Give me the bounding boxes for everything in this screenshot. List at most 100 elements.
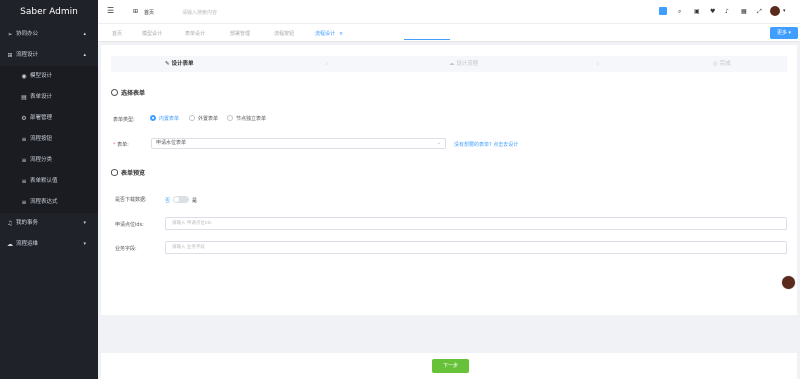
sidebar-item[interactable]: ➢ 协同办公 ▴ (0, 24, 98, 45)
active-tab-underline (404, 39, 450, 40)
bell-icon: ♫ (7, 220, 13, 227)
sidebar-item-label: 我的事务 (16, 220, 39, 226)
top-header: ☰ ⊞ 首页 请输入搜索内容 ⌕ ▣ ♥ ♪ ▦ ⤢ ▾ (98, 0, 800, 24)
radio-external-form[interactable]: 外置表单 (189, 115, 218, 122)
steps-bar: ✎ 设计表单 › ☁ 设计流程 › ◎ 完成 (111, 56, 787, 72)
sidebar-item[interactable]: ≡ 流程表达式 (0, 192, 98, 213)
chevron-icon: ▾ (83, 220, 86, 226)
step-label: 完成 (719, 61, 731, 67)
edit-icon: ✎ (165, 61, 170, 67)
tab-label: 首页 (112, 31, 123, 37)
field1-label: 申请点位ids: (115, 222, 144, 228)
list-icon: ≡ (21, 136, 27, 143)
tab-item[interactable]: 部署管理 (230, 30, 250, 37)
step-chevron-icon: › (596, 59, 600, 68)
hamburger-menu-icon[interactable]: ☰ (107, 6, 114, 15)
toggle-on-label: 是 (192, 198, 198, 204)
cloud-icon: ☁ (7, 241, 13, 248)
user-avatar[interactable] (770, 6, 780, 16)
field1-input[interactable]: 请输入 申请点位ids (165, 217, 787, 230)
notification-bell-icon[interactable]: ♪ (725, 8, 729, 15)
cloud-icon: ☁ (449, 61, 455, 67)
home-link[interactable]: 首页 (144, 9, 154, 16)
chevron-down-icon: ⌄ (436, 140, 441, 146)
sidebar-item-label: 模型设计 (30, 73, 53, 79)
download-toggle[interactable]: 否是 (165, 196, 197, 204)
form-label: * 表单: (113, 142, 129, 148)
gear-icon: ⚙ (21, 115, 27, 122)
sidebar-item-label: 流程设计 (16, 52, 39, 58)
home-grid-icon[interactable]: ⊞ (133, 8, 138, 15)
form-type-label: 表单类型: (113, 117, 135, 123)
toggle-switch[interactable] (173, 196, 190, 203)
main-card: ✎ 设计表单 › ☁ 设计流程 › ◎ 完成 选择表单 表单类型: 内置表单 外… (101, 45, 797, 315)
radio-builtin-form[interactable]: 内置表单 (150, 115, 179, 122)
theme-icon[interactable]: ♥ (710, 8, 715, 15)
more-tabs-button[interactable]: 更多 ▾ (770, 27, 798, 39)
section-form-preview: 表单预览 (111, 168, 145, 177)
tab-label: 部署管理 (230, 31, 251, 37)
tab-item[interactable]: 流程按钮 (274, 30, 294, 37)
sidebar-item-label: 表单设计 (30, 94, 53, 100)
list-icon: ≡ (21, 157, 27, 164)
sidebar-item-label: 部署管理 (30, 115, 53, 121)
list-icon: ≡ (21, 178, 27, 185)
form-icon: ▤ (21, 94, 27, 101)
sidebar-menu: ➢ 协同办公 ▴ ⊞ 流程设计 ▴ ◉ 模型设计 ▤ 表单设计 ⚙ 部署管理 ≡ 流程按钮 ≡ 流程分类 ≡ 表单… (0, 24, 98, 255)
sidebar-item[interactable]: ≡ 流程按钮 (0, 129, 98, 150)
locale-icon[interactable] (659, 7, 667, 15)
send-icon: ➢ (7, 31, 13, 38)
download-data-label: 是否下载数据: (115, 197, 147, 203)
sidebar-item[interactable]: ◉ 模型设计 (0, 66, 98, 87)
sidebar-item-label: 流程按钮 (30, 136, 53, 142)
search-icon[interactable]: ⌕ (678, 8, 681, 16)
close-icon[interactable]: × (339, 31, 343, 37)
sidebar-item[interactable]: ⊞ 流程设计 ▴ (0, 45, 98, 66)
footer-bar: 下一步 (101, 353, 797, 379)
floating-avatar[interactable] (781, 275, 796, 290)
tab-item[interactable]: 表单设计 (185, 30, 205, 37)
tab-item[interactable]: 首页 (112, 30, 122, 37)
tab-label: 模型设计 (142, 31, 163, 37)
sidebar-item[interactable]: ≡ 流程分类 (0, 150, 98, 171)
lock-icon[interactable]: ▣ (694, 8, 700, 15)
search-input[interactable]: 请输入搜索内容 (182, 9, 217, 16)
grid-icon: ⊞ (7, 52, 13, 59)
step-design-flow: ☁ 设计流程 (449, 56, 478, 72)
tab-item[interactable]: 模型设计 (142, 30, 162, 37)
field2-input[interactable]: 请输入 业务字段 (165, 241, 787, 254)
app-logo-title: Saber Admin (20, 7, 78, 17)
list-icon: ≡ (21, 199, 27, 206)
step-label: 设计表单 (171, 61, 194, 67)
field2-label: 业务字段: (115, 246, 137, 252)
sidebar-item-label: 流程运维 (16, 241, 39, 247)
message-icon[interactable]: ▦ (741, 8, 747, 15)
sidebar-item[interactable]: ▤ 表单设计 (0, 87, 98, 108)
sidebar-item-label: 协同办公 (16, 31, 39, 37)
radio-node-form[interactable]: 节点独立表单 (227, 115, 266, 122)
form-select[interactable]: 申请水位表单 ⌄ (151, 138, 446, 149)
sidebar-item-label: 流程分类 (30, 157, 53, 163)
sidebar-item[interactable]: ⚙ 部署管理 (0, 108, 98, 129)
sidebar-item[interactable]: ♫ 我的事务 ▾ (0, 213, 98, 234)
chevron-icon: ▴ (83, 52, 86, 58)
chevron-icon: ▴ (83, 31, 86, 37)
sidebar-item-label: 表单默认值 (30, 178, 58, 184)
toggle-off-label: 否 (165, 198, 171, 204)
tab-item[interactable]: 流程设计 × (315, 30, 343, 37)
tab-label: 流程按钮 (274, 31, 295, 37)
sidebar-item[interactable]: ☁ 流程运维 ▾ (0, 234, 98, 255)
check-circle-icon: ◎ (713, 61, 718, 67)
design-form-link[interactable]: 没有想要的表单? 点击去设计 (454, 141, 518, 148)
tab-label: 表单设计 (185, 31, 206, 37)
user-dropdown-icon[interactable]: ▾ (783, 8, 786, 14)
step-chevron-icon: › (325, 59, 329, 68)
fullscreen-icon[interactable]: ⤢ (757, 8, 762, 16)
step-done: ◎ 完成 (713, 56, 731, 72)
step-label: 设计流程 (456, 61, 479, 67)
next-step-button[interactable]: 下一步 (432, 359, 469, 373)
chevron-icon: ▾ (83, 241, 86, 247)
info-circle-icon (111, 89, 118, 96)
step-design-form: ✎ 设计表单 (165, 56, 194, 72)
sidebar-item[interactable]: ≡ 表单默认值 (0, 171, 98, 192)
